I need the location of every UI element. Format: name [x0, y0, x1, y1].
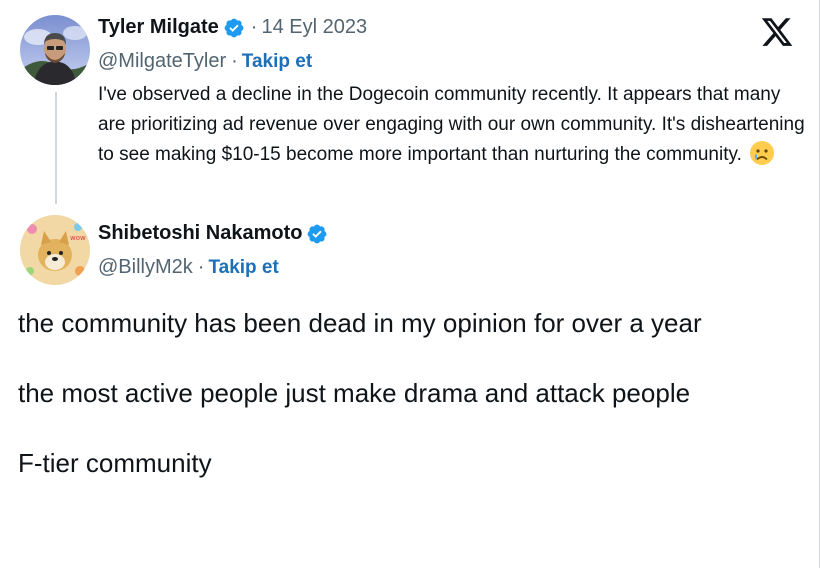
- tweet-date[interactable]: 14 Eyl 2023: [261, 16, 367, 39]
- author-name[interactable]: Shibetoshi Nakamoto: [98, 222, 302, 245]
- crying-face-emoji-icon: [750, 141, 775, 165]
- separator: ·: [231, 50, 238, 72]
- verified-badge-icon: [224, 18, 244, 37]
- author-handle[interactable]: @MilgateTyler: [98, 50, 226, 73]
- verified-badge-icon: [308, 224, 327, 243]
- reply-tweet-text: the community has been dead in my opinio…: [18, 306, 808, 516]
- avatar-shibetoshi-nakamoto[interactable]: wow: [20, 215, 90, 285]
- avatar-tyler-milgate[interactable]: [20, 15, 90, 85]
- quoted-tweet-subheader: @MilgateTyler · Takip et: [98, 50, 312, 73]
- svg-text:wow: wow: [70, 234, 86, 242]
- reply-paragraph: the community has been dead in my opinio…: [18, 308, 702, 338]
- reply-paragraph: F-tier community: [18, 448, 212, 478]
- thread-line: [55, 92, 57, 204]
- follow-button[interactable]: Takip et: [242, 51, 312, 73]
- separator: ·: [197, 256, 205, 278]
- follow-button[interactable]: Takip et: [208, 257, 278, 279]
- reply-tweet-subheader: @BillyM2k · Takip et: [98, 256, 279, 279]
- tweet-card: wow Tyler Milgate · 14 Eyl 2023 @Milgate…: [0, 0, 820, 568]
- reply-paragraph: the most active people just make drama a…: [18, 378, 691, 408]
- x-logo-icon[interactable]: [760, 15, 794, 49]
- quoted-tweet-header: Tyler Milgate · 14 Eyl 2023: [98, 16, 367, 39]
- quoted-tweet-text: I've observed a decline in the Dogecoin …: [98, 80, 808, 170]
- quoted-tweet-body: I've observed a decline in the Dogecoin …: [98, 84, 805, 165]
- separator: ·: [250, 16, 258, 38]
- reply-tweet-header: Shibetoshi Nakamoto: [98, 222, 328, 245]
- author-handle[interactable]: @BillyM2k: [98, 256, 193, 279]
- author-name[interactable]: Tyler Milgate: [98, 16, 219, 39]
